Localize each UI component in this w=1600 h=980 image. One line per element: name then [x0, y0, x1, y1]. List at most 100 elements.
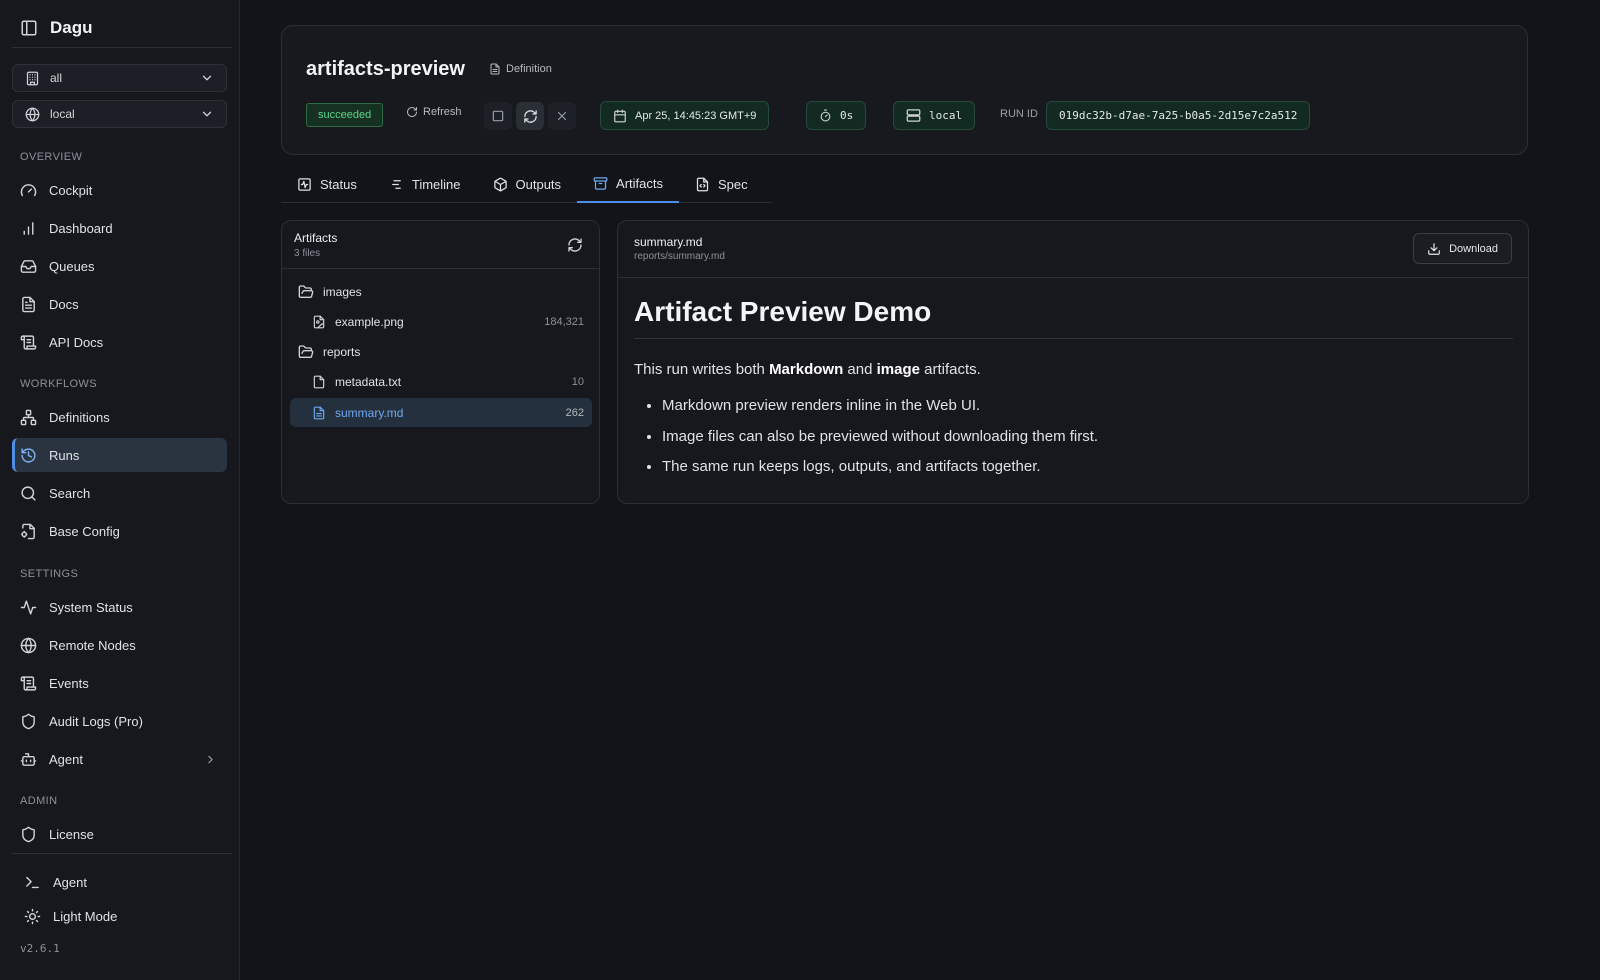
cancel-button[interactable] — [548, 102, 576, 130]
paragraph-text: artifacts. — [919, 361, 981, 378]
sidebar-item-system-status[interactable]: System Status — [12, 590, 227, 624]
divider — [12, 853, 232, 854]
preview-header: summary.md reports/summary.md Download — [618, 221, 1528, 278]
sidebar-item-agent[interactable]: Agent — [12, 742, 227, 776]
markdown-list: Markdown preview renders inline in the W… — [646, 396, 1098, 488]
download-label: Download — [1449, 242, 1498, 255]
tree-item-size: 10 — [571, 375, 584, 388]
sidebar-item-base-config[interactable]: Base Config — [12, 514, 227, 548]
tab-label: Spec — [718, 176, 748, 192]
sidebar-item-license[interactable]: License — [12, 817, 227, 851]
sidebar-item-label: Runs — [49, 447, 80, 463]
activity-square-icon — [297, 177, 312, 192]
artifact-files-count: 3 files — [294, 248, 321, 259]
sidebar-item-label: Dashboard — [49, 220, 113, 236]
sidebar-item-api-docs[interactable]: API Docs — [12, 325, 227, 359]
sidebar-item-remote-nodes[interactable]: Remote Nodes — [12, 628, 227, 662]
refresh-icon — [406, 106, 418, 118]
refresh-button[interactable]: Refresh — [406, 106, 462, 118]
chevron-down-icon — [200, 71, 214, 85]
list-item: Image files can also be previewed withou… — [662, 427, 1098, 458]
tab-status[interactable]: Status — [281, 165, 373, 203]
sidebar-item-docs[interactable]: Docs — [12, 287, 227, 321]
sidebar-item-label: Definitions — [49, 409, 110, 425]
sidebar-item-audit-logs[interactable]: Audit Logs (Pro) — [12, 704, 227, 738]
retry-button[interactable] — [516, 102, 544, 130]
sidebar-item-definitions[interactable]: Definitions — [12, 400, 227, 434]
definition-link[interactable]: Definition — [489, 63, 552, 75]
terminal-icon — [24, 874, 41, 891]
sidebar-item-dashboard[interactable]: Dashboard — [12, 211, 227, 245]
sidebar-item-events[interactable]: Events — [12, 666, 227, 700]
tab-label: Outputs — [515, 176, 562, 192]
markdown-heading: Artifact Preview Demo — [634, 296, 1513, 339]
tree-file-metadata-txt[interactable]: metadata.txt 10 — [290, 367, 592, 396]
refresh-artifacts-button[interactable] — [567, 237, 583, 253]
section-workflows: WORKFLOWS — [20, 378, 97, 390]
tab-label: Artifacts — [616, 175, 664, 191]
sidebar-item-cockpit[interactable]: Cockpit — [12, 173, 227, 207]
run-tabs: Status Timeline Outputs Artifacts Spec — [281, 165, 772, 203]
refresh-icon — [567, 237, 583, 253]
tree-file-example-png[interactable]: example.png 184,321 — [290, 307, 592, 336]
shield-icon — [20, 713, 37, 730]
paragraph-bold: Markdown — [769, 361, 844, 378]
artifact-files-title: Artifacts — [294, 231, 338, 245]
gauge-icon — [20, 182, 37, 199]
run-header: artifacts-preview Definition succeeded R… — [281, 25, 1528, 155]
tab-timeline[interactable]: Timeline — [373, 165, 477, 203]
preview-file-path: reports/summary.md — [634, 251, 725, 262]
tab-label: Status — [320, 176, 357, 192]
shield-icon — [20, 826, 37, 843]
sidebar-item-label: Remote Nodes — [49, 637, 136, 653]
tab-outputs[interactable]: Outputs — [477, 165, 578, 203]
sidebar-item-label: Queues — [49, 258, 95, 274]
sidebar-item-label: API Docs — [49, 334, 104, 350]
started-at-chip: Apr 25, 14:45:23 GMT+9 — [600, 101, 770, 130]
tree-item-name: images — [323, 284, 362, 299]
stop-button[interactable] — [484, 102, 512, 130]
brand: Dagu — [20, 18, 93, 38]
node-select[interactable]: local — [12, 100, 227, 128]
history-icon — [20, 447, 37, 464]
footer-agent-button[interactable]: Agent — [16, 865, 231, 899]
tree-folder-images[interactable]: images — [290, 277, 592, 306]
namespace-select[interactable]: all — [12, 64, 227, 92]
duration-chip: 0s — [806, 101, 867, 130]
page-title: artifacts-preview — [306, 58, 465, 80]
sidebar-item-runs[interactable]: Runs — [12, 438, 227, 472]
theme-toggle[interactable]: Light Mode — [16, 899, 231, 933]
sidebar-item-label: Search — [49, 485, 91, 501]
tree-file-summary-md[interactable]: summary.md 262 — [290, 398, 592, 427]
close-icon — [555, 109, 569, 123]
run-id-value[interactable]: 019dc32b-d7ae-7a25-b0a5-2d15e7c2a512 — [1046, 101, 1311, 130]
node-select-value: local — [50, 107, 75, 121]
preview-file-name: summary.md — [634, 235, 703, 249]
globe-icon — [25, 107, 40, 122]
timeline-icon — [389, 177, 404, 192]
sidebar-item-label: Events — [49, 675, 89, 691]
artifact-files-panel: Artifacts 3 files images example.png 184… — [281, 220, 600, 504]
section-overview: OVERVIEW — [20, 151, 83, 163]
folder-open-icon — [298, 344, 314, 360]
download-button[interactable]: Download — [1413, 233, 1512, 264]
tab-spec[interactable]: Spec — [679, 165, 764, 203]
footer-agent-label: Agent — [53, 874, 87, 890]
artifact-preview-panel: summary.md reports/summary.md Download A… — [617, 220, 1529, 504]
sun-icon — [24, 908, 41, 925]
sidebar-item-label: Base Config — [49, 523, 120, 539]
tab-artifacts[interactable]: Artifacts — [577, 165, 680, 203]
status-badge: succeeded — [306, 103, 384, 127]
sidebar-toggle-icon[interactable] — [20, 19, 38, 37]
sidebar-item-label: Cockpit — [49, 182, 93, 198]
file-text-icon — [489, 63, 501, 75]
tree-folder-reports[interactable]: reports — [290, 337, 592, 366]
bar-chart-icon — [20, 220, 37, 237]
tree-item-name: metadata.txt — [335, 374, 402, 389]
sidebar-item-queues[interactable]: Queues — [12, 249, 227, 283]
scroll-icon — [20, 675, 37, 692]
file-text-icon — [312, 406, 326, 420]
sidebar-item-search[interactable]: Search — [12, 476, 227, 510]
file-cog-icon — [20, 523, 37, 540]
sidebar-item-label: Agent — [49, 751, 83, 767]
